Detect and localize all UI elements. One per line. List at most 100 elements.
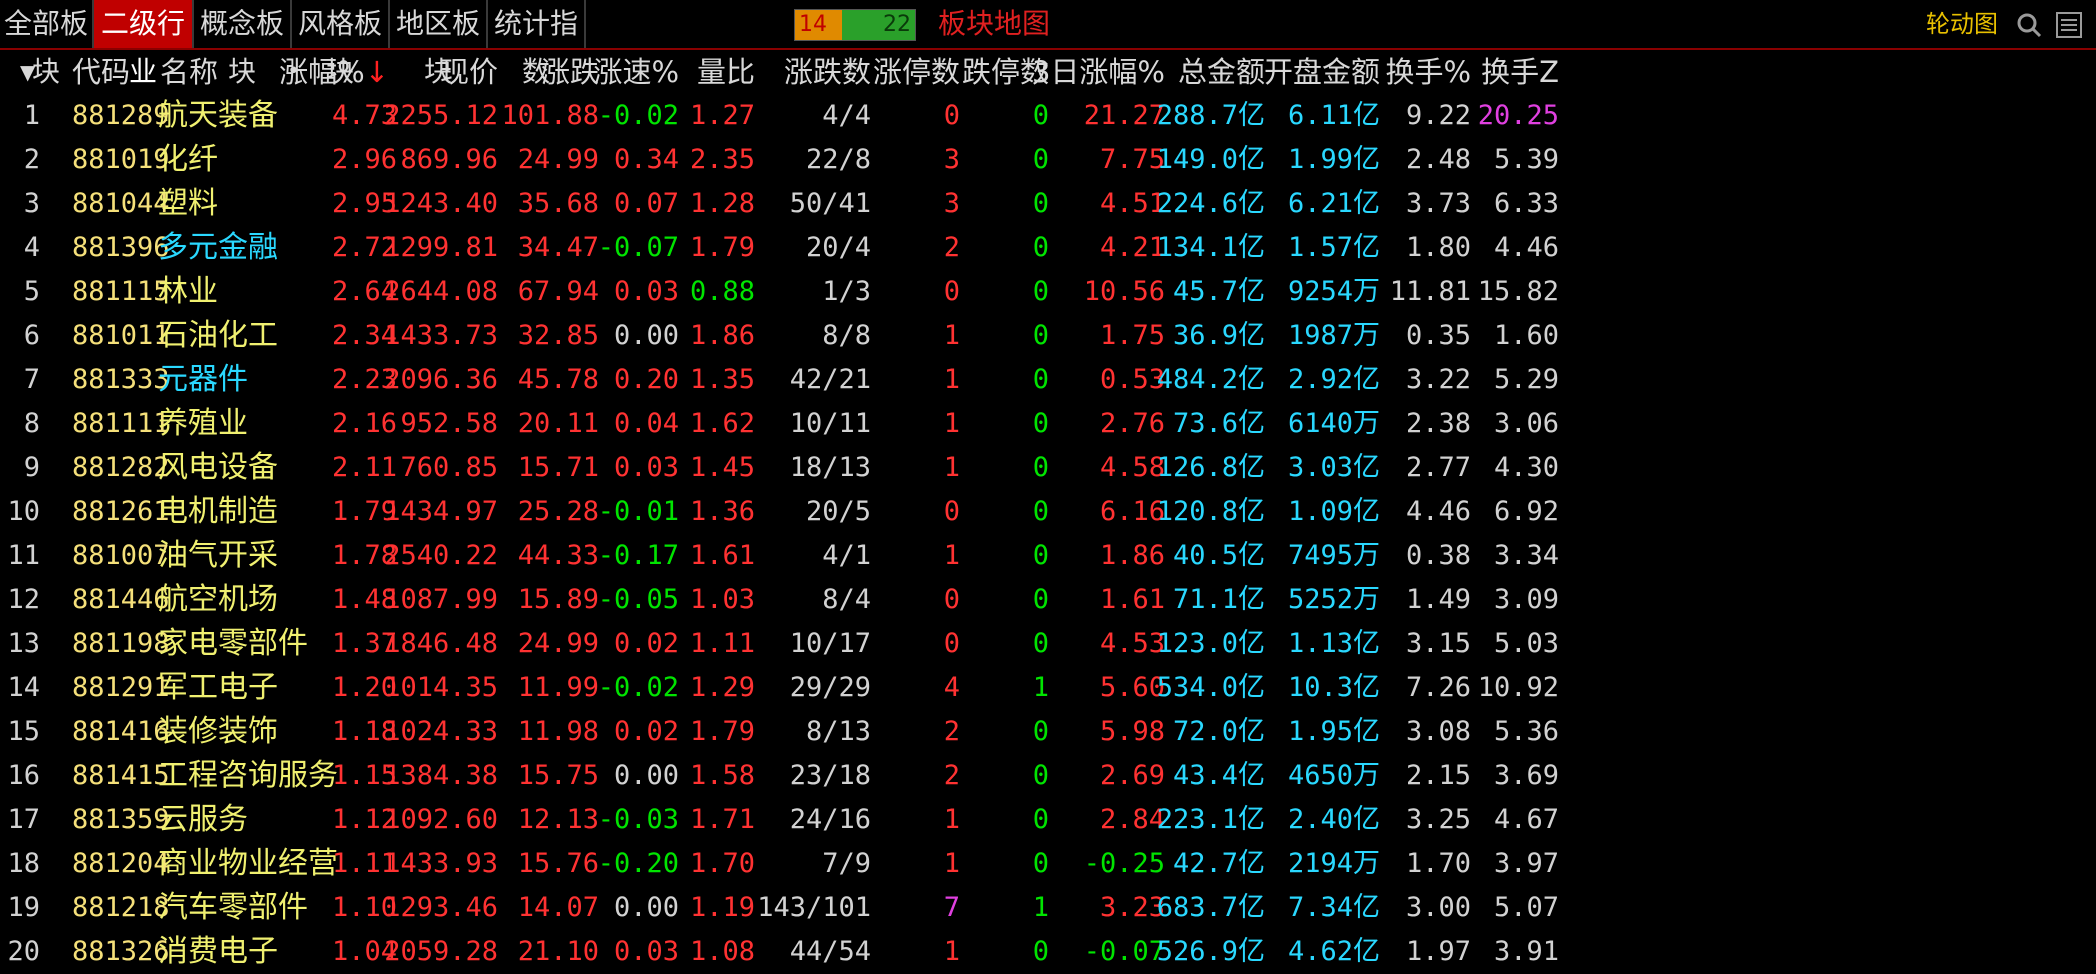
table-row[interactable]: 13 881198 家电零部件 1.37 1846.48 24.99 0.02 1.11 10/… — [0, 622, 2096, 666]
col-price[interactable]: 现价 — [440, 50, 498, 94]
table-row[interactable]: 17 881359 云服务 1.12 1092.60 12.13 -0.03 1.71 24/1… — [0, 798, 2096, 842]
row-limit-down: 0 — [1032, 628, 1049, 659]
table-row[interactable]: 6 881011 石油化工 2.34 1433.73 32.85 0.00 1.86 8/8 1 0… — [0, 314, 2096, 358]
row-turnover-z: 4.67 — [1493, 804, 1559, 835]
col-name[interactable]: 名称 — [160, 50, 218, 94]
row-speed: 0.00 — [613, 892, 679, 923]
row-limit-down: 0 — [1032, 188, 1049, 219]
row-turnover: 2.38 — [1405, 408, 1471, 439]
col-up-down-count[interactable]: 涨跌数 — [784, 50, 871, 94]
table-row[interactable]: 10 881261 电机制造 1.79 1434.97 25.28 -0.01 1.36 20/… — [0, 490, 2096, 534]
row-up-down-count: 42/21 — [789, 364, 871, 395]
tab-region-sectors[interactable]: 地区板块 — [390, 0, 488, 88]
sector-map-link[interactable]: 板块地图 — [938, 0, 1050, 48]
row-turnover: 3.15 — [1405, 628, 1471, 659]
row-limit-down: 0 — [1032, 804, 1049, 835]
tab-style-sectors[interactable]: 风格板块 — [292, 0, 390, 88]
table-row[interactable]: 4 881396 多元金融 2.72 1299.81 34.47 -0.07 1.79 20/4… — [0, 226, 2096, 270]
row-price: 1433.73 — [384, 320, 498, 351]
row-speed: -0.01 — [597, 496, 679, 527]
row-total-amount: 71.1亿 — [1172, 584, 1265, 615]
table-row[interactable]: 12 881446 航空机场 1.48 1087.99 15.89 -0.05 1.03 8/4… — [0, 578, 2096, 622]
row-turnover: 2.15 — [1405, 760, 1471, 791]
table-row[interactable]: 7 881333 元器件 2.23 2096.36 45.78 0.20 1.35 42/21 1… — [0, 358, 2096, 402]
row-change: 15.76 — [517, 848, 599, 879]
table-row[interactable]: 18 881204 商业物业经营 1.11 1433.93 15.76 -0.20 1.70 7… — [0, 842, 2096, 886]
row-total-amount: 223.1亿 — [1156, 804, 1265, 835]
row-open-amount: 2194万 — [1287, 848, 1380, 879]
tab-all-sectors[interactable]: 全部板块 — [0, 0, 94, 88]
row-index: 6 — [23, 320, 40, 351]
menu-icon[interactable] — [2056, 12, 2082, 38]
table-row[interactable]: 9 881282 风电设备 2.11 760.85 15.71 0.03 1.45 18/13 1… — [0, 446, 2096, 490]
down-count-bar: 22 — [842, 10, 915, 40]
col-speed[interactable]: 涨速% — [593, 50, 679, 94]
row-change: 44.33 — [517, 540, 599, 571]
col-limit-up[interactable]: 涨停数 — [873, 50, 960, 94]
sector-table-body: 1 881289 航天装备 4.73 2255.12 101.88 -0.02 1.27 4/4… — [0, 94, 2096, 974]
row-limit-up: 1 — [943, 452, 960, 483]
row-change: 15.71 — [517, 452, 599, 483]
top-tab-bar: 全部板块 二级行业 概念板块 风格板块 地区板块 统计指数 14 22 板块地图… — [0, 0, 2096, 88]
table-row[interactable]: 19 881218 汽车零部件 1.10 1293.46 14.07 0.00 1.19 143… — [0, 886, 2096, 930]
row-limit-down: 0 — [1032, 760, 1049, 791]
row-speed: -0.20 — [597, 848, 679, 879]
table-row[interactable]: 2 881019 化纤 2.96 869.96 24.99 0.34 2.35 22/8 3 0 7.… — [0, 138, 2096, 182]
col-open-amount[interactable]: 开盘金额 — [1264, 50, 1380, 94]
table-row[interactable]: 16 881415 工程咨询服务 1.15 1384.38 15.75 0.00 1.58 23… — [0, 754, 2096, 798]
col-code[interactable]: 代码 — [72, 50, 130, 94]
row-up-down-count: 44/54 — [789, 936, 871, 967]
row-open-amount: 5252万 — [1287, 584, 1380, 615]
row-limit-up: 3 — [943, 144, 960, 175]
row-up-down-count: 10/17 — [789, 628, 871, 659]
table-row[interactable]: 8 881111 养殖业 2.16 952.58 20.11 0.04 1.62 10/11 1 0… — [0, 402, 2096, 446]
row-code: 881326 — [72, 936, 170, 967]
row-volume-ratio: 1.58 — [689, 760, 755, 791]
table-row[interactable]: 11 881007 油气开采 1.78 2540.22 44.33 -0.17 1.61 4/1… — [0, 534, 2096, 578]
tab-industry-level2[interactable]: 二级行业 — [94, 0, 194, 88]
row-total-amount: 484.2亿 — [1156, 364, 1265, 395]
row-price: 869.96 — [400, 144, 498, 175]
row-limit-up: 0 — [943, 628, 960, 659]
table-header: ▼ 代码 名称 • 涨幅%↓ 现价 涨跌 涨速% 量比 涨跌数 涨停数 跌停数 … — [0, 50, 2096, 94]
table-row[interactable]: 15 881416 装修装饰 1.18 1024.33 11.98 0.02 1.79 8/13… — [0, 710, 2096, 754]
row-index: 9 — [23, 452, 40, 483]
row-code: 881011 — [72, 320, 170, 351]
row-turnover-z: 15.82 — [1477, 276, 1559, 307]
row-turnover-z: 3.69 — [1493, 760, 1559, 791]
row-change: 25.28 — [517, 496, 599, 527]
tab-stat-index[interactable]: 统计指数 — [488, 0, 586, 88]
table-row[interactable]: 1 881289 航天装备 4.73 2255.12 101.88 -0.02 1.27 4/4… — [0, 94, 2096, 138]
col-total-amount[interactable]: 总金额 — [1178, 50, 1265, 94]
row-speed: 0.02 — [613, 716, 679, 747]
row-change: 32.85 — [517, 320, 599, 351]
col-change-pct[interactable]: 涨幅%↓ — [279, 50, 389, 94]
row-price: 2059.28 — [384, 936, 498, 967]
row-turnover: 3.22 — [1405, 364, 1471, 395]
search-icon[interactable] — [2016, 12, 2042, 38]
row-turnover: 1.80 — [1405, 232, 1471, 263]
col-turnover-z[interactable]: 换手Z — [1481, 50, 1559, 94]
row-volume-ratio: 2.35 — [689, 144, 755, 175]
row-speed: 0.00 — [613, 320, 679, 351]
rotation-chart-link[interactable]: 轮动图 — [1926, 0, 1998, 48]
row-up-down-count: 8/8 — [822, 320, 871, 351]
col-volume-ratio[interactable]: 量比 — [697, 50, 755, 94]
row-name: 油气开采 — [158, 538, 278, 573]
table-row[interactable]: 14 881291 军工电子 1.20 1014.35 11.99 -0.02 1.29 29/… — [0, 666, 2096, 710]
up-count: 14 — [799, 12, 827, 37]
table-row[interactable]: 20 881326 消费电子 1.04 2059.28 21.10 0.03 1.08 44/5… — [0, 930, 2096, 974]
table-row[interactable]: 5 881115 林业 2.64 2644.08 67.94 0.03 0.88 1/3 0 0 10… — [0, 270, 2096, 314]
row-turnover: 3.73 — [1405, 188, 1471, 219]
tab-concept-sectors[interactable]: 概念板块 — [194, 0, 292, 88]
row-open-amount: 6.11亿 — [1287, 100, 1380, 131]
row-code: 881019 — [72, 144, 170, 175]
row-code: 881218 — [72, 892, 170, 923]
col-change[interactable]: 涨跌 — [541, 50, 599, 94]
table-row[interactable]: 3 881044 塑料 2.95 1243.40 35.68 0.07 1.28 50/41 3 0… — [0, 182, 2096, 226]
row-code: 881291 — [72, 672, 170, 703]
row-speed: 0.34 — [613, 144, 679, 175]
col-3day-change[interactable]: 3日涨幅% — [1032, 50, 1165, 94]
col-turnover[interactable]: 换手% — [1385, 50, 1471, 94]
sort-menu-icon[interactable]: ▼ — [20, 50, 35, 94]
